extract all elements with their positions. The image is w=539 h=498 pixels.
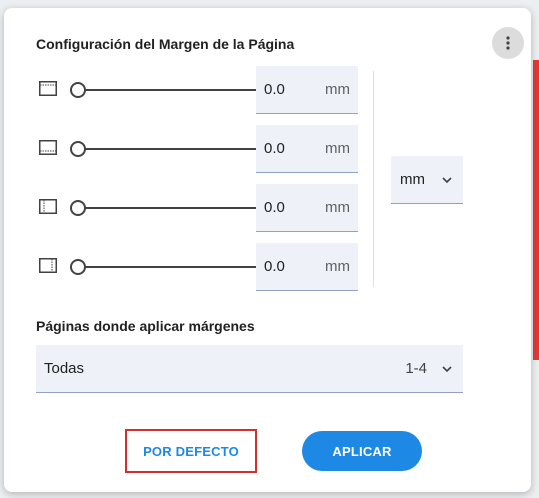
slider-knob[interactable] (70, 200, 86, 216)
unit-select-value: mm (400, 171, 425, 188)
more-vert-icon (506, 36, 510, 50)
chevron-down-icon (442, 176, 452, 183)
margin-top-input[interactable]: 0.0 mm (256, 66, 358, 114)
margin-bottom-value: 0.0 (264, 140, 285, 157)
slider-knob[interactable] (70, 259, 86, 275)
margin-top-slider[interactable] (70, 80, 270, 100)
margin-bottom-slider[interactable] (70, 139, 270, 159)
margin-right-input[interactable]: 0.0 mm (256, 243, 358, 291)
slider-track (78, 207, 268, 209)
margin-row-bottom: 0.0 mm (36, 125, 366, 173)
apply-button[interactable]: APLICAR (302, 431, 422, 471)
pages-range: 1-4 (405, 360, 427, 377)
margin-right-unit: mm (325, 258, 350, 275)
margin-left-input[interactable]: 0.0 mm (256, 184, 358, 232)
margin-top-unit: mm (325, 81, 350, 98)
slider-track (78, 89, 268, 91)
chevron-down-icon (442, 365, 452, 372)
pages-select-value: Todas (44, 360, 85, 377)
background-accent-bar (533, 60, 539, 360)
margin-bottom-input[interactable]: 0.0 mm (256, 125, 358, 173)
more-options-button[interactable] (492, 27, 524, 59)
slider-track (78, 266, 268, 268)
margin-right-value: 0.0 (264, 258, 285, 275)
page-margin-dialog: Configuración del Margen de la Página 0.… (4, 8, 531, 492)
margin-top-value: 0.0 (264, 81, 285, 98)
default-button[interactable]: POR DEFECTO (125, 429, 257, 473)
margin-left-slider[interactable] (70, 198, 270, 218)
slider-knob[interactable] (70, 82, 86, 98)
pages-section-title: Páginas donde aplicar márgenes (36, 318, 255, 334)
margin-right-slider[interactable] (70, 257, 270, 277)
margin-row-top: 0.0 mm (36, 66, 366, 114)
margin-left-icon (39, 199, 57, 214)
margin-left-value: 0.0 (264, 199, 285, 216)
margin-row-left: 0.0 mm (36, 184, 366, 232)
unit-select[interactable]: mm (391, 156, 463, 204)
margin-row-right: 0.0 mm (36, 243, 366, 291)
margin-right-icon (39, 258, 57, 273)
margin-top-icon (39, 81, 57, 96)
dialog-title: Configuración del Margen de la Página (36, 36, 295, 52)
margin-left-unit: mm (325, 199, 350, 216)
pages-select[interactable]: Todas 1-4 (36, 345, 463, 393)
margin-bottom-icon (39, 140, 57, 155)
vertical-divider (373, 71, 374, 287)
slider-knob[interactable] (70, 141, 86, 157)
margin-bottom-unit: mm (325, 140, 350, 157)
slider-track (78, 148, 268, 150)
